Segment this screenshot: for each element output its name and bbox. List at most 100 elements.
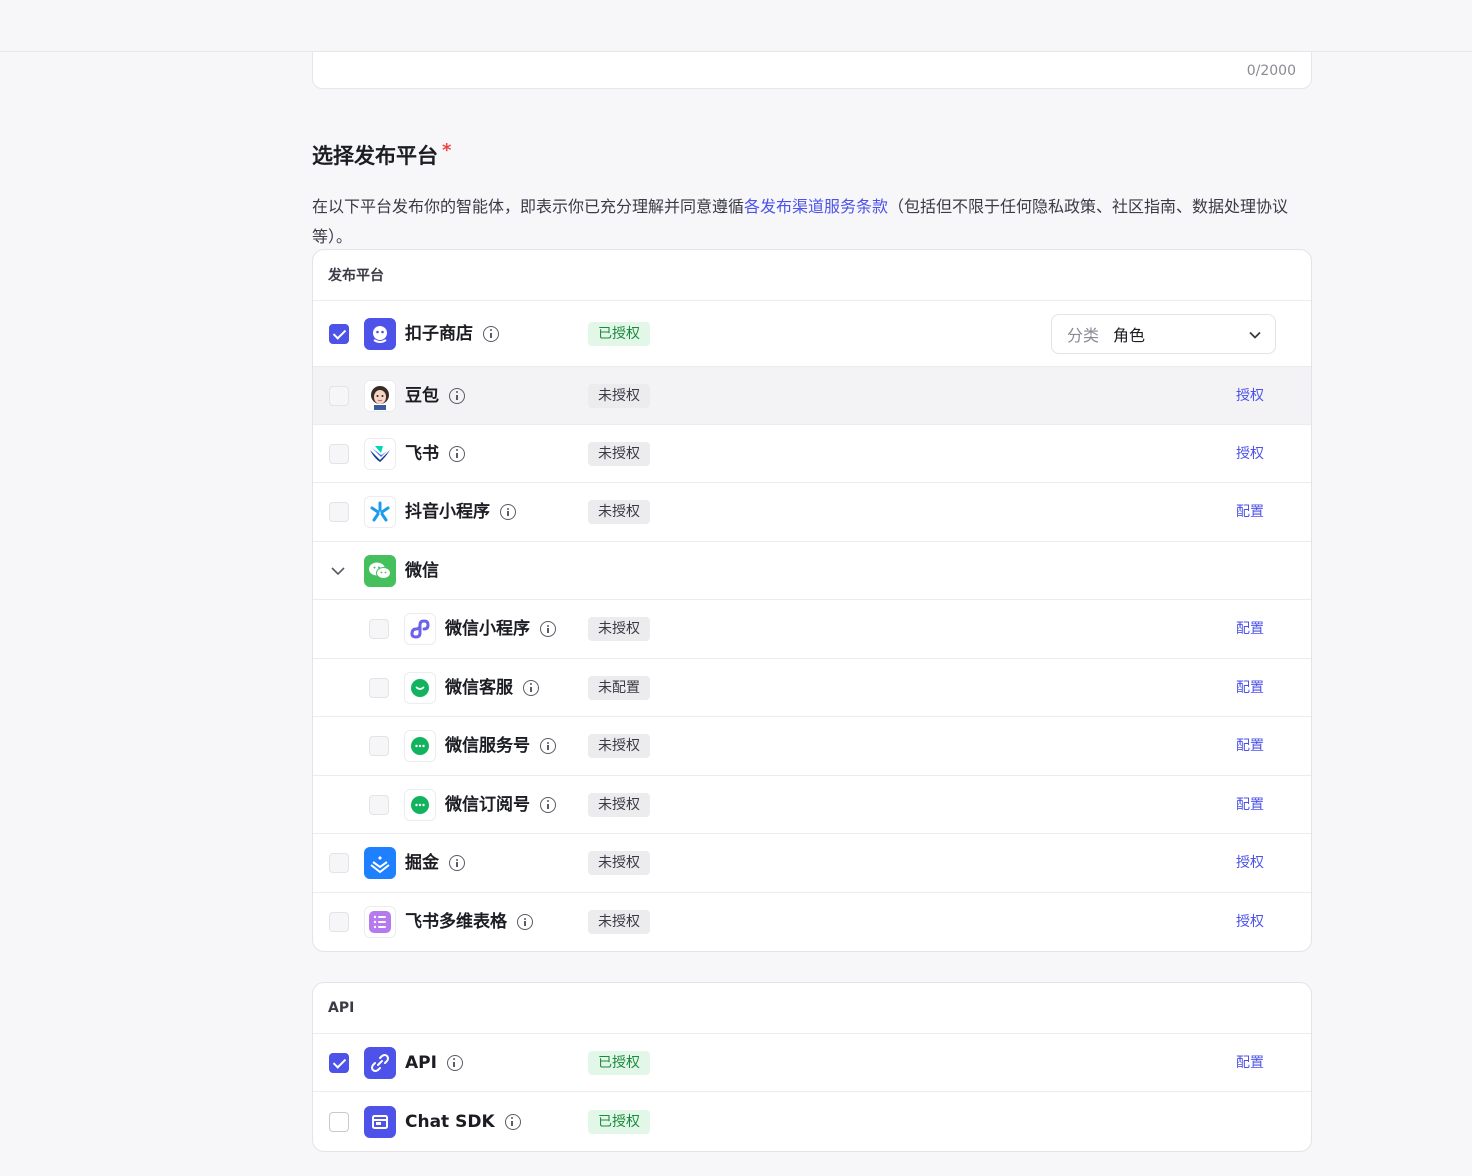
platform-name: Chat SDK bbox=[405, 1110, 521, 1134]
wechat-miniprogram-icon bbox=[404, 613, 436, 645]
status-badge: 未授权 bbox=[588, 792, 650, 817]
platform-name: 掘金 bbox=[405, 851, 465, 875]
info-icon[interactable] bbox=[523, 679, 539, 696]
status-badge: 已授权 bbox=[588, 321, 650, 346]
status-badge: 未授权 bbox=[588, 734, 650, 758]
platform-name: 豆包 bbox=[405, 384, 465, 408]
description-textarea[interactable]: 0/2000 bbox=[312, 52, 1312, 89]
info-icon[interactable] bbox=[504, 1113, 521, 1130]
checkbox-feishu[interactable] bbox=[329, 443, 349, 464]
status-badge: 未授权 bbox=[588, 500, 650, 524]
platform-row-feishu-bitable: 飞书多维表格 未授权 授权 bbox=[313, 893, 1311, 951]
platform-name: 微信客服 bbox=[445, 676, 539, 700]
checkbox-wechat-service[interactable] bbox=[369, 736, 389, 756]
wechat-kefu-icon bbox=[404, 671, 436, 704]
configure-button[interactable]: 配置 bbox=[1236, 736, 1264, 756]
platform-row-wechat-miniprogram: 微信小程序 未授权 配置 bbox=[313, 600, 1311, 659]
wechat-icon bbox=[364, 554, 396, 587]
configure-button[interactable]: 配置 bbox=[1236, 502, 1264, 522]
category-label: 分类 bbox=[1067, 325, 1100, 345]
wechat-service-icon bbox=[404, 730, 436, 762]
char-counter: 0/2000 bbox=[1246, 63, 1296, 79]
authorize-button[interactable]: 授权 bbox=[1236, 853, 1264, 873]
platform-row-juejin: 掘金 未授权 授权 bbox=[313, 834, 1311, 893]
category-value: 角色 bbox=[1113, 325, 1146, 345]
platform-row-wechat-service: 微信服务号 未授权 配置 bbox=[313, 717, 1311, 776]
authorize-button[interactable]: 授权 bbox=[1236, 386, 1264, 406]
status-badge: 已授权 bbox=[588, 1050, 650, 1075]
status-badge: 未授权 bbox=[588, 383, 650, 408]
category-select[interactable]: 分类 角色 bbox=[1051, 313, 1276, 354]
configure-button[interactable]: 配置 bbox=[1236, 1053, 1264, 1073]
wechat-subscription-icon bbox=[404, 788, 436, 821]
info-icon[interactable] bbox=[449, 445, 465, 462]
checkbox-doubao[interactable] bbox=[329, 385, 349, 406]
checkbox-coze-store[interactable] bbox=[329, 323, 349, 344]
info-icon[interactable] bbox=[517, 914, 533, 930]
status-badge: 未授权 bbox=[588, 910, 650, 934]
platform-group-wechat: 微信 bbox=[313, 542, 1311, 600]
required-mark: * bbox=[442, 140, 452, 161]
chevron-down-icon[interactable] bbox=[329, 563, 347, 579]
status-badge: 未配置 bbox=[588, 675, 650, 700]
checkbox-juejin[interactable] bbox=[329, 853, 349, 873]
authorize-button[interactable]: 授权 bbox=[1236, 912, 1264, 932]
checkbox-wechat-kefu[interactable] bbox=[369, 677, 389, 698]
info-icon[interactable] bbox=[446, 1054, 463, 1071]
status-badge: 已授权 bbox=[588, 1109, 650, 1134]
platforms-card: 发布平台 扣子商店 已授权 分类 角色 豆包 未授权 授权 飞书 未授权 授权 bbox=[312, 249, 1312, 952]
platform-name: 飞书 bbox=[405, 442, 465, 466]
platform-name: 微信小程序 bbox=[445, 617, 556, 641]
status-badge: 未授权 bbox=[588, 617, 650, 641]
status-badge: 未授权 bbox=[588, 851, 650, 875]
platform-name: 扣子商店 bbox=[405, 322, 499, 346]
api-icon bbox=[364, 1046, 396, 1079]
coze-store-icon bbox=[364, 317, 396, 350]
configure-button[interactable]: 配置 bbox=[1236, 678, 1264, 698]
platform-name: 飞书多维表格 bbox=[405, 910, 533, 934]
platform-row-coze-store: 扣子商店 已授权 分类 角色 bbox=[313, 301, 1311, 367]
section-title-text: 选择发布平台 bbox=[312, 144, 438, 168]
platform-row-douyin-miniapp: 抖音小程序 未授权 配置 bbox=[313, 483, 1311, 542]
douyin-miniapp-icon bbox=[364, 496, 396, 528]
checkbox-douyin-miniapp[interactable] bbox=[329, 502, 349, 522]
platform-row-api: API 已授权 配置 bbox=[313, 1034, 1311, 1092]
checkbox-feishu-bitable[interactable] bbox=[329, 912, 349, 932]
platform-name: 微信 bbox=[405, 560, 439, 581]
platforms-card-header: 发布平台 bbox=[313, 250, 1311, 301]
doubao-avatar-icon bbox=[364, 379, 396, 412]
checkbox-wechat-miniprogram[interactable] bbox=[369, 619, 389, 639]
api-card-header: API bbox=[313, 983, 1311, 1034]
section-title: 选择发布平台 * bbox=[312, 140, 451, 170]
info-icon[interactable] bbox=[483, 325, 499, 342]
chevron-down-icon bbox=[1249, 331, 1261, 339]
status-badge: 未授权 bbox=[588, 441, 650, 466]
feishu-icon bbox=[364, 437, 396, 470]
checkbox-wechat-subscription[interactable] bbox=[369, 794, 389, 815]
section-description: 在以下平台发布你的智能体，即表示你已充分理解并同意遵循各发布渠道服务条款（包括但… bbox=[312, 192, 1312, 252]
info-icon[interactable] bbox=[540, 796, 556, 813]
platform-row-wechat-subscription: 微信订阅号 未授权 配置 bbox=[313, 776, 1311, 834]
checkbox-chat-sdk[interactable] bbox=[329, 1111, 349, 1132]
info-icon[interactable] bbox=[540, 621, 556, 637]
platform-row-doubao: 豆包 未授权 授权 bbox=[313, 367, 1311, 425]
info-icon[interactable] bbox=[449, 387, 465, 404]
info-icon[interactable] bbox=[540, 738, 556, 754]
platform-row-chat-sdk: Chat SDK 已授权 bbox=[313, 1092, 1311, 1151]
desc-before: 在以下平台发布你的智能体，即表示你已充分理解并同意遵循 bbox=[312, 197, 745, 216]
authorize-button[interactable]: 授权 bbox=[1236, 444, 1264, 464]
api-card: API API 已授权 配置 Chat SDK 已授权 bbox=[312, 982, 1312, 1152]
chat-sdk-icon bbox=[364, 1105, 396, 1138]
checkbox-api[interactable] bbox=[329, 1052, 349, 1073]
feishu-bitable-icon bbox=[364, 906, 396, 938]
platform-row-wechat-kefu: 微信客服 未配置 配置 bbox=[313, 659, 1311, 717]
terms-link[interactable]: 各发布渠道服务条款 bbox=[744, 197, 888, 216]
info-icon[interactable] bbox=[449, 855, 465, 871]
configure-button[interactable]: 配置 bbox=[1236, 795, 1264, 815]
platform-row-feishu: 飞书 未授权 授权 bbox=[313, 425, 1311, 483]
platform-name: 抖音小程序 bbox=[405, 500, 516, 524]
top-bar bbox=[0, 0, 1472, 52]
info-icon[interactable] bbox=[500, 504, 516, 520]
configure-button[interactable]: 配置 bbox=[1236, 619, 1264, 639]
platform-name: API bbox=[405, 1051, 463, 1075]
